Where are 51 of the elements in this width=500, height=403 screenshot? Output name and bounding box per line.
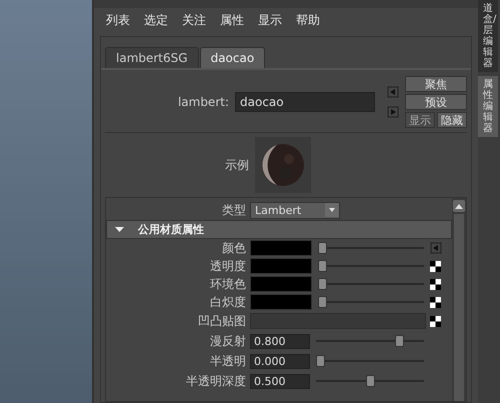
number-field[interactable]: 0.000 xyxy=(250,354,310,368)
side-tab[interactable]: 道盒/层编辑器 xyxy=(478,0,498,72)
type-label: 类型 xyxy=(221,202,246,218)
checker-icon[interactable] xyxy=(430,278,441,290)
menu-item[interactable]: 列表 xyxy=(106,12,130,28)
attribute-label: 环境色 xyxy=(209,276,246,292)
slider[interactable] xyxy=(316,334,424,348)
number-field[interactable]: 0.800 xyxy=(250,334,310,348)
expand-icon xyxy=(115,225,124,234)
tab[interactable]: daocao xyxy=(200,47,266,68)
attribute-label: 半透明 xyxy=(209,352,246,370)
menu-item[interactable]: 属性 xyxy=(220,12,244,28)
section-header[interactable]: 公用材质属性 xyxy=(106,220,452,239)
attribute-label: 白炽度 xyxy=(209,294,246,310)
sample-label: 示例 xyxy=(225,156,249,174)
checker-icon[interactable] xyxy=(430,296,441,308)
color-swatch[interactable] xyxy=(250,258,312,274)
attribute-label: 透明度 xyxy=(209,258,246,274)
menu-item[interactable]: 帮助 xyxy=(296,12,320,28)
name-field[interactable]: daocao xyxy=(235,92,375,112)
menu-item[interactable]: 显示 xyxy=(258,12,282,28)
field-label: lambert: xyxy=(178,95,229,109)
menu-item[interactable]: 选定 xyxy=(144,12,168,28)
checker-icon[interactable] xyxy=(430,260,441,272)
attribute-label: 颜色 xyxy=(221,240,246,256)
section-title: 公用材质属性 xyxy=(138,222,204,237)
color-swatch[interactable] xyxy=(250,240,312,256)
menu-item[interactable]: 关注 xyxy=(182,12,206,28)
button[interactable]: 预设 xyxy=(405,94,467,110)
type-dropdown[interactable]: Lambert xyxy=(250,202,340,218)
attribute-label: 漫反射 xyxy=(209,332,246,350)
scrollbar[interactable] xyxy=(452,198,466,401)
side-tab[interactable]: 属性编辑器 xyxy=(478,76,498,137)
tab[interactable]: lambert6SG xyxy=(105,47,199,68)
checker-icon[interactable] xyxy=(430,316,441,326)
attribute-label: 半透明深度 xyxy=(185,372,246,390)
button[interactable]: 隐藏 xyxy=(437,112,467,128)
attribute-label: 凹凸贴图 xyxy=(197,312,246,330)
color-swatch[interactable] xyxy=(250,276,312,292)
caret-icon xyxy=(325,203,339,217)
slider[interactable] xyxy=(316,354,424,368)
slider[interactable] xyxy=(316,374,424,388)
slider[interactable] xyxy=(318,259,424,273)
slider[interactable] xyxy=(318,241,424,255)
button[interactable]: 聚焦 xyxy=(405,76,467,92)
slider[interactable] xyxy=(318,277,424,291)
input-icon[interactable] xyxy=(387,86,399,98)
color-swatch[interactable] xyxy=(250,294,312,310)
slider[interactable] xyxy=(318,295,424,309)
scroll-up-icon xyxy=(455,203,463,209)
number-field[interactable]: 0.500 xyxy=(250,374,310,388)
